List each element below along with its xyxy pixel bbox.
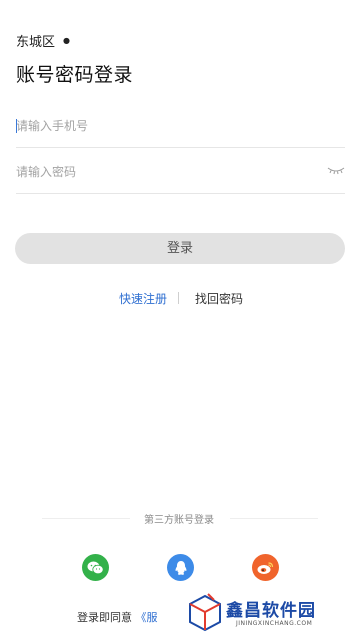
dropdown-dot-icon: ● <box>63 35 70 45</box>
password-field <box>16 150 345 194</box>
register-link[interactable]: 快速注册 <box>119 290 167 307</box>
phone-field <box>16 104 345 148</box>
login-screen: 东城区 ● 账号密码登录 登录 快速注册 找回密码 第三方账号登录 <box>0 0 360 640</box>
login-button[interactable]: 登录 <box>15 233 345 264</box>
qq-icon <box>175 560 186 575</box>
watermark-title: 鑫昌软件园 <box>226 601 316 621</box>
third-party-title: 第三方账号登录 <box>144 515 214 526</box>
forgot-password-link[interactable]: 找回密码 <box>195 290 243 307</box>
divider-left <box>42 518 130 519</box>
link-divider <box>178 292 179 304</box>
agreement-prefix: 登录即同意 <box>77 611 132 624</box>
divider-right <box>230 518 318 519</box>
district-selector[interactable]: 东城区 ● <box>16 31 70 50</box>
weibo-login-button[interactable] <box>252 554 279 581</box>
third-party-header: 第三方账号登录 <box>0 511 360 527</box>
agreement-text: 登录即同意 《服 <box>77 609 158 625</box>
weibo-icon <box>257 561 274 574</box>
phone-input[interactable] <box>16 110 316 141</box>
auth-links: 快速注册 找回密码 <box>0 290 360 308</box>
wechat-icon <box>87 561 104 574</box>
district-label: 东城区 <box>16 35 56 50</box>
wechat-login-button[interactable] <box>82 554 109 581</box>
eye-closed-icon[interactable] <box>327 165 345 177</box>
qq-login-button[interactable] <box>167 554 194 581</box>
text-caret <box>16 119 17 133</box>
site-watermark: 鑫昌软件园 JININGXINCHANG.COM <box>186 590 360 640</box>
cube-logo-icon <box>189 593 221 632</box>
password-input[interactable] <box>16 156 316 187</box>
terms-link[interactable]: 《服 <box>136 611 158 624</box>
page-title: 账号密码登录 <box>16 64 134 86</box>
watermark-subtitle: JININGXINCHANG.COM <box>236 620 313 627</box>
